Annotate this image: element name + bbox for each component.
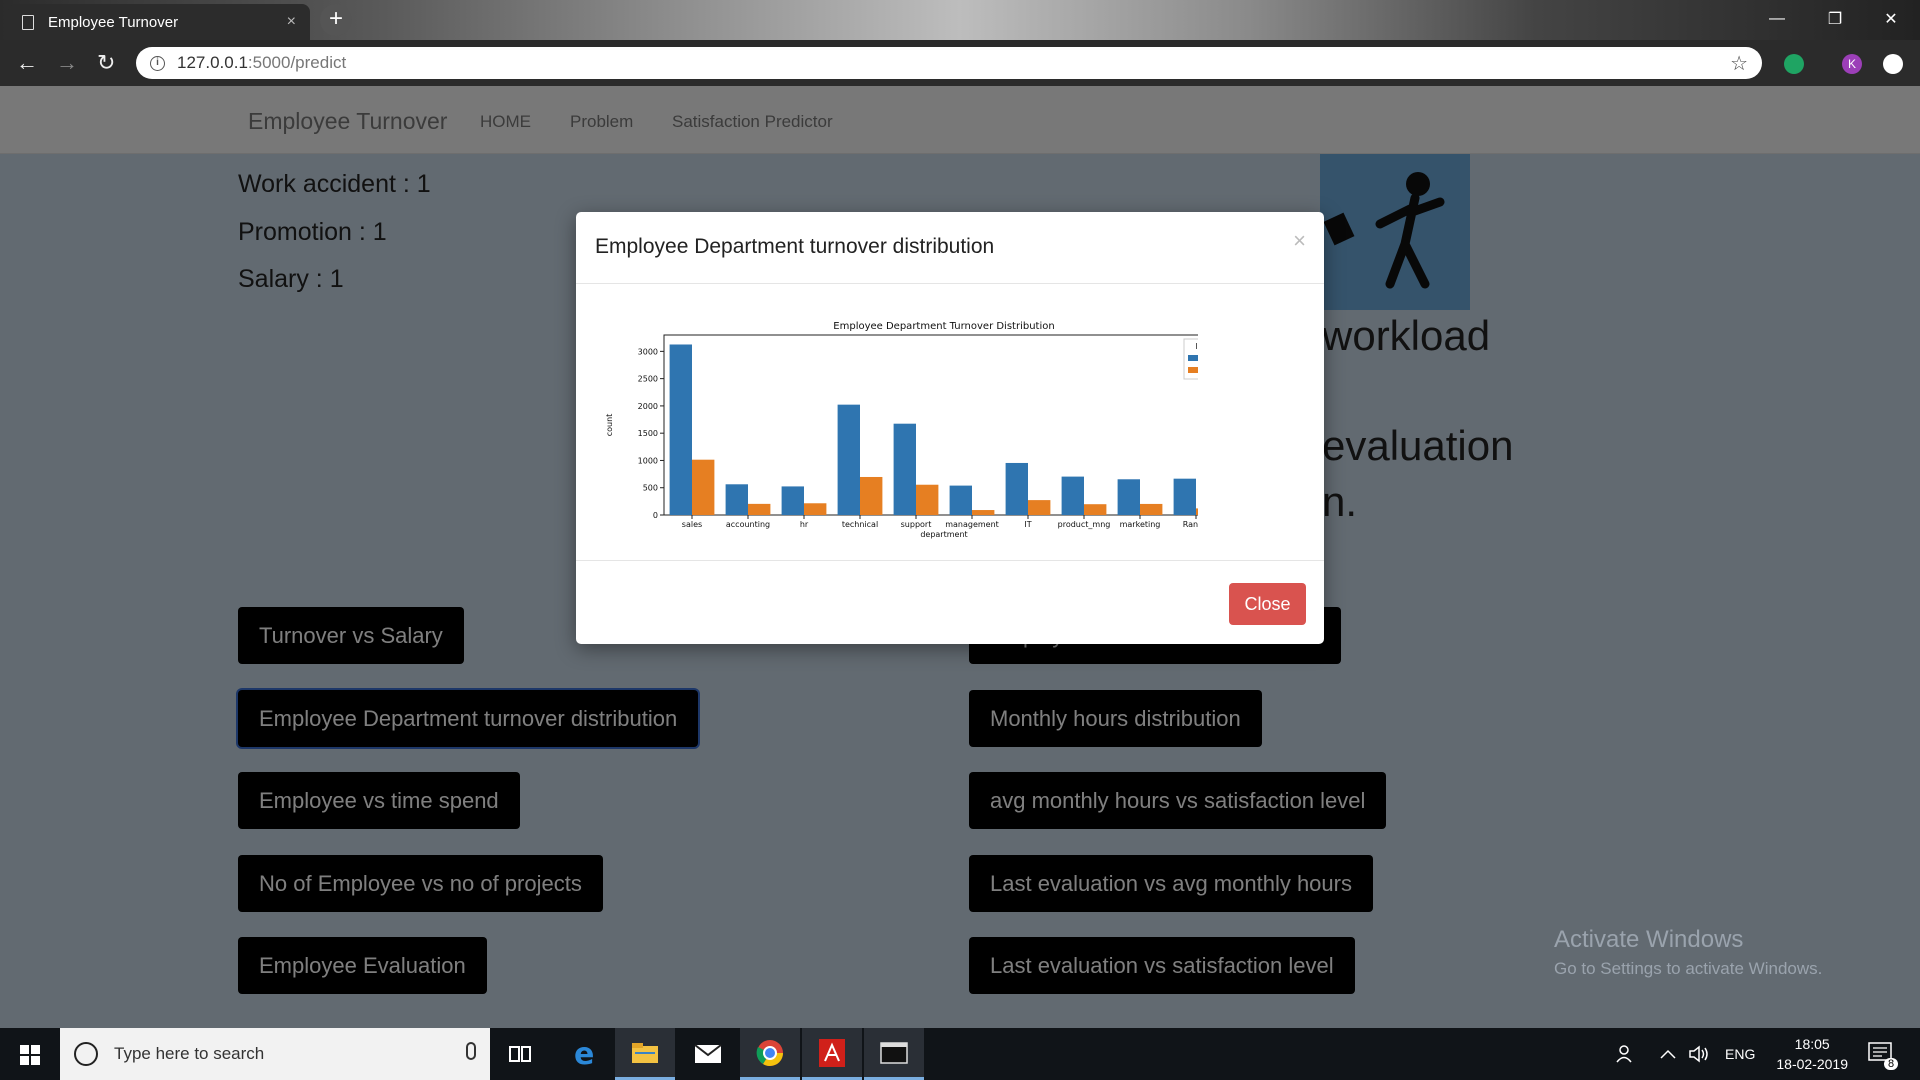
x-tick-label: management [945, 520, 999, 529]
modal-header: Employee Department turnover distributio… [576, 212, 1324, 284]
y-tick-label: 2500 [638, 375, 658, 384]
browser-toolbar: ← → ↻ i 127.0.0.1 :5000/predict ☆ K [0, 40, 1920, 86]
bar-technical-left-0 [837, 404, 860, 515]
acrobat-reader-icon[interactable] [802, 1028, 862, 1080]
x-tick-label: product_mng [1058, 520, 1111, 529]
file-explorer-icon[interactable] [615, 1028, 675, 1080]
department-turnover-chart: Employee Department Turnover Distributio… [605, 321, 1198, 539]
bar-sales-left-0 [669, 344, 692, 515]
reload-button[interactable]: ↻ [97, 50, 115, 76]
bar-accounting-left-1 [748, 503, 771, 515]
minimize-button[interactable]: — [1748, 0, 1806, 38]
bar-support-left-1 [916, 484, 939, 515]
clock-time: 18:05 [1794, 1036, 1830, 1052]
bar-hr-left-0 [781, 486, 804, 515]
windows-taskbar: Type here to search e ENG 18:05 18-02-20… [0, 1028, 1920, 1080]
restore-button[interactable]: ❐ [1806, 0, 1864, 38]
mail-icon[interactable] [678, 1028, 738, 1080]
cortana-icon[interactable] [74, 1042, 98, 1066]
system-clock[interactable]: 18:05 18-02-2019 [1776, 1034, 1848, 1074]
notification-count: 8 [1884, 1058, 1899, 1070]
bar-product_mng-left-1 [1084, 504, 1107, 515]
bar-sales-left-1 [692, 459, 715, 515]
windows-start-icon[interactable] [20, 1045, 40, 1065]
taskbar-search[interactable]: Type here to search [60, 1028, 490, 1080]
x-tick-label: technical [842, 520, 878, 529]
clock-date: 18-02-2019 [1776, 1056, 1848, 1072]
bar-accounting-left-0 [725, 484, 748, 515]
bar-marketing-left-1 [1140, 503, 1163, 515]
volume-icon[interactable] [1688, 1028, 1710, 1080]
window-close-button[interactable]: ✕ [1862, 0, 1920, 38]
bar-management-left-1 [972, 510, 995, 515]
y-axis-label: count [605, 414, 614, 437]
legend-swatch-0 [1188, 355, 1198, 361]
notifications-icon[interactable]: 8 [1868, 1028, 1899, 1080]
x-tick-label: accounting [726, 520, 770, 529]
y-tick-label: 1000 [638, 456, 658, 465]
x-axis-label: department [920, 530, 967, 539]
chart-title: Employee Department Turnover Distributio… [833, 321, 1054, 332]
y-tick-label: 3000 [638, 347, 658, 356]
x-tick-label: RandD [1183, 520, 1198, 529]
url-path: :5000/predict [247, 53, 347, 72]
legend-swatch-1 [1188, 367, 1198, 373]
bar-management-left-0 [949, 485, 972, 515]
language-indicator[interactable]: ENG [1725, 1028, 1755, 1080]
tab-close-icon[interactable]: × [287, 13, 296, 31]
modal-close-icon[interactable]: × [1293, 228, 1306, 254]
terminal-icon[interactable] [864, 1028, 924, 1080]
tab-title: Employee Turnover [48, 13, 179, 31]
x-tick-label: sales [682, 520, 702, 529]
task-view-icon[interactable] [490, 1028, 550, 1080]
x-tick-label: IT [1024, 520, 1031, 529]
forward-button[interactable]: → [56, 50, 78, 76]
url-host: 127.0.0.1 [177, 53, 248, 72]
bar-marketing-left-0 [1117, 479, 1140, 515]
bar-IT-left-1 [1028, 500, 1051, 515]
page-content: Employee Turnover HOME Problem Satisfact… [0, 86, 1920, 1028]
y-tick-label: 0 [653, 511, 658, 520]
modal-body: Employee Department Turnover Distributio… [576, 285, 1324, 561]
y-tick-label: 2000 [638, 402, 658, 411]
activate-windows-title: Activate Windows [1554, 926, 1744, 953]
search-placeholder: Type here to search [114, 1044, 265, 1063]
extension-cart-icon[interactable] [1784, 54, 1804, 74]
activate-windows-subtitle: Go to Settings to activate Windows. [1554, 959, 1823, 978]
browser-tab[interactable]: Employee Turnover × [8, 4, 310, 40]
document-icon [22, 14, 34, 30]
chevron-up-icon[interactable] [1660, 1028, 1676, 1080]
extension-circle-icon[interactable] [1883, 54, 1903, 74]
modal-title: Employee Department turnover distributio… [595, 235, 995, 258]
bar-product_mng-left-0 [1061, 476, 1084, 515]
edge-browser-icon[interactable]: e [555, 1028, 615, 1080]
bookmark-star-icon[interactable]: ☆ [1730, 51, 1748, 76]
x-tick-label: marketing [1120, 520, 1161, 529]
bar-support-left-0 [893, 423, 916, 515]
browser-titlebar: Employee Turnover × + — ❐ ✕ [0, 0, 1920, 40]
bar-RandD-left-1 [1196, 508, 1198, 515]
x-tick-label: hr [800, 520, 809, 529]
svg-text:e: e [574, 1040, 594, 1068]
bar-hr-left-1 [804, 503, 827, 515]
chrome-icon[interactable] [740, 1028, 800, 1080]
new-tab-button[interactable]: + [320, 4, 352, 36]
info-icon[interactable]: i [150, 55, 165, 71]
bar-RandD-left-0 [1173, 478, 1196, 515]
address-bar[interactable]: i 127.0.0.1 :5000/predict ☆ [136, 47, 1762, 79]
microphone-icon[interactable] [466, 1042, 476, 1060]
back-button[interactable]: ← [16, 50, 38, 76]
y-tick-label: 1500 [638, 429, 658, 438]
bar-technical-left-1 [860, 476, 883, 515]
modal-close-button[interactable]: Close [1229, 583, 1306, 625]
chart-modal: Employee Department turnover distributio… [576, 212, 1324, 644]
x-tick-label: support [901, 520, 932, 529]
legend-title: left [1196, 342, 1198, 351]
y-tick-label: 500 [643, 484, 658, 493]
profile-avatar[interactable]: K [1842, 54, 1862, 74]
bar-IT-left-0 [1005, 462, 1028, 515]
people-icon[interactable] [1614, 1028, 1634, 1080]
